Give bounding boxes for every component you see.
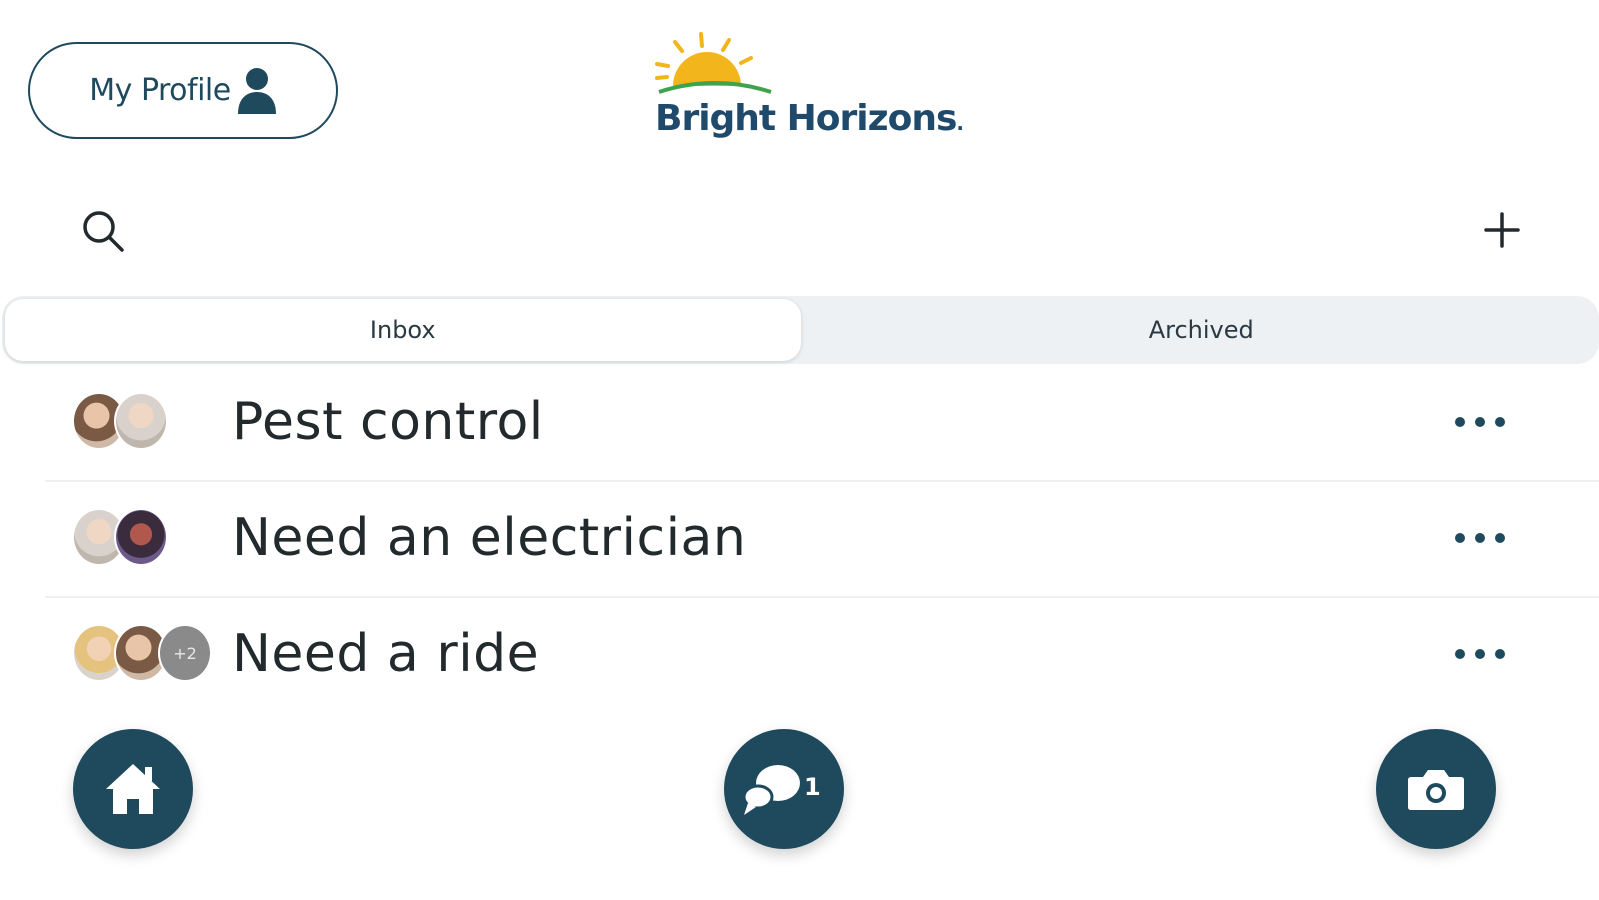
avatar [114, 392, 168, 450]
search-icon[interactable] [80, 208, 126, 254]
conversation-row[interactable]: +2 Need a ride [0, 596, 1599, 712]
plus-icon[interactable] [1482, 210, 1522, 250]
conversation-row[interactable]: Pest control [0, 364, 1599, 480]
conversation-list: Pest control Need an electrician +2 Need… [0, 364, 1599, 712]
my-profile-button[interactable]: My Profile [28, 42, 338, 139]
chat-bubbles-icon [742, 765, 800, 815]
more-options-icon[interactable] [1450, 523, 1510, 553]
messages-button[interactable]: 1 [724, 729, 844, 849]
participant-avatars [72, 508, 222, 566]
more-options-icon[interactable] [1450, 407, 1510, 437]
bright-horizons-logo: Bright Horizons. [655, 30, 964, 145]
my-profile-label: My Profile [89, 73, 231, 108]
conversation-title: Need an electrician [232, 508, 747, 568]
conversation-row[interactable]: Need an electrician [0, 480, 1599, 596]
home-button[interactable] [73, 729, 193, 849]
conversation-title: Pest control [232, 392, 544, 452]
extra-participants-badge: +2 [158, 624, 212, 682]
camera-icon [1408, 770, 1464, 810]
conversation-title: Need a ride [232, 624, 540, 684]
tab-archived[interactable]: Archived [804, 296, 1599, 364]
inbox-archived-tabs: Inbox Archived [2, 296, 1599, 364]
participant-avatars: +2 [72, 624, 222, 682]
participant-avatars [72, 392, 222, 450]
person-icon [237, 67, 277, 115]
avatar [114, 508, 168, 566]
logo-wordmark: Bright Horizons. [655, 98, 964, 139]
tab-inbox[interactable]: Inbox [5, 299, 801, 361]
messages-badge: 1 [804, 773, 821, 801]
camera-button[interactable] [1376, 729, 1496, 849]
home-icon [106, 764, 160, 814]
more-options-icon[interactable] [1450, 639, 1510, 669]
sun-logo-icon [655, 32, 772, 94]
